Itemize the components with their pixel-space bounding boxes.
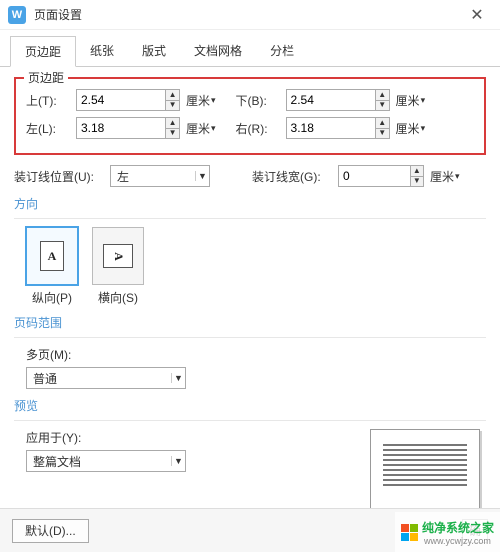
pagerange-title: 页码范围 bbox=[14, 314, 486, 331]
gutter-width-input[interactable]: ▲▼ bbox=[338, 165, 424, 187]
margin-right-input[interactable]: ▲▼ bbox=[286, 117, 390, 139]
app-logo-icon: W bbox=[8, 6, 26, 24]
gutter-pos-label: 装订线位置(U): bbox=[14, 168, 106, 185]
default-button[interactable]: 默认(D)... bbox=[12, 519, 89, 543]
titlebar: W 页面设置 ✕ bbox=[0, 0, 500, 30]
unit-select-right[interactable]: 厘米▾ bbox=[394, 117, 428, 139]
watermark: 纯净系统之家 www.ycwjzy.com bbox=[395, 512, 500, 552]
orientation-title: 方向 bbox=[14, 195, 486, 212]
apply-to-select[interactable]: 整篇文档▼ bbox=[26, 450, 186, 472]
landscape-label: 横向(S) bbox=[92, 289, 144, 306]
gutter-width-label: 装订线宽(G): bbox=[252, 168, 334, 185]
spin-down-icon[interactable]: ▼ bbox=[166, 129, 179, 139]
margins-legend: 页边距 bbox=[24, 69, 68, 86]
dialog-footer: 默认(D)... 确 纯净系统之家 www.ycwjzy.com bbox=[0, 508, 500, 552]
spin-down-icon[interactable]: ▼ bbox=[376, 101, 389, 111]
margin-right-label: 右(R): bbox=[236, 120, 282, 137]
spin-down-icon[interactable]: ▼ bbox=[411, 177, 423, 187]
unit-select-gutter[interactable]: 厘米▾ bbox=[428, 165, 462, 187]
spin-up-icon[interactable]: ▲ bbox=[376, 90, 389, 101]
tab-grid[interactable]: 文档网格 bbox=[180, 36, 256, 66]
window-title: 页面设置 bbox=[34, 6, 462, 23]
orientation-landscape[interactable]: A bbox=[92, 227, 144, 285]
gutter-pos-select[interactable]: 左▼ bbox=[110, 165, 210, 187]
unit-select-bottom[interactable]: 厘米▾ bbox=[394, 89, 428, 111]
margin-left-input[interactable]: ▲▼ bbox=[76, 117, 180, 139]
close-icon[interactable]: ✕ bbox=[462, 0, 492, 30]
tab-margins[interactable]: 页边距 bbox=[10, 36, 76, 67]
unit-select-top[interactable]: 厘米▾ bbox=[184, 89, 218, 111]
watermark-logo-icon bbox=[401, 524, 418, 541]
margin-top-label: 上(T): bbox=[26, 92, 72, 109]
watermark-url: www.ycwjzy.com bbox=[424, 536, 494, 546]
spin-up-icon[interactable]: ▲ bbox=[376, 118, 389, 129]
margin-top-input[interactable]: ▲▼ bbox=[76, 89, 180, 111]
watermark-text: 纯净系统之家 bbox=[422, 519, 494, 536]
preview-title: 预览 bbox=[14, 397, 486, 414]
margin-bottom-input[interactable]: ▲▼ bbox=[286, 89, 390, 111]
tab-paper[interactable]: 纸张 bbox=[76, 36, 128, 66]
margins-group: 页边距 上(T): ▲▼ 厘米▾ 下(B): ▲▼ 厘米▾ 左(L): ▲▼ 厘… bbox=[14, 77, 486, 155]
margin-bottom-label: 下(B): bbox=[236, 92, 282, 109]
tab-layout[interactable]: 版式 bbox=[128, 36, 180, 66]
portrait-page-icon: A bbox=[40, 241, 64, 271]
spin-up-icon[interactable]: ▲ bbox=[166, 90, 179, 101]
tab-bar: 页边距 纸张 版式 文档网格 分栏 bbox=[0, 30, 500, 67]
tab-columns[interactable]: 分栏 bbox=[256, 36, 308, 66]
unit-select-left[interactable]: 厘米▾ bbox=[184, 117, 218, 139]
portrait-label: 纵向(P) bbox=[26, 289, 78, 306]
apply-to-label: 应用于(Y): bbox=[26, 429, 354, 446]
orientation-portrait[interactable]: A bbox=[26, 227, 78, 285]
landscape-page-icon: A bbox=[103, 244, 133, 268]
spin-down-icon[interactable]: ▼ bbox=[376, 129, 389, 139]
spin-down-icon[interactable]: ▼ bbox=[166, 101, 179, 111]
multipage-select[interactable]: 普通▼ bbox=[26, 367, 186, 389]
margin-left-label: 左(L): bbox=[26, 120, 72, 137]
spin-up-icon[interactable]: ▲ bbox=[411, 166, 423, 177]
spin-up-icon[interactable]: ▲ bbox=[166, 118, 179, 129]
multipage-label: 多页(M): bbox=[26, 346, 486, 363]
